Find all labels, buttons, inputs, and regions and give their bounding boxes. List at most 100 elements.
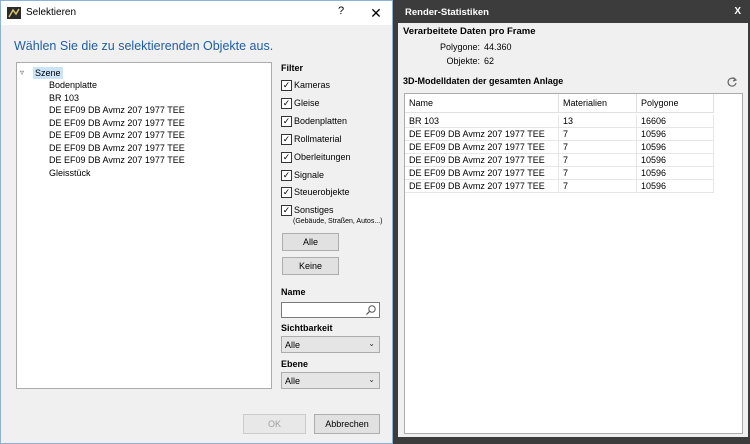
column-header-materials[interactable]: Materialien [559, 94, 637, 113]
close-button[interactable]: ✕ [367, 4, 385, 22]
filter-signale[interactable]: ✓ Signale [281, 168, 324, 182]
checkbox[interactable]: ✓ [281, 79, 292, 91]
checkbox-label: Steuerobjekte [294, 187, 350, 197]
cell-polygons: 10596 [637, 154, 714, 167]
frame-data-heading: Verarbeitete Daten pro Frame [403, 26, 536, 37]
refresh-icon[interactable] [726, 76, 738, 88]
chevron-down-icon: ⌄ [368, 375, 375, 384]
visibility-dropdown[interactable]: Alle ⌄ [281, 336, 380, 353]
checkbox[interactable]: ✓ [281, 169, 292, 181]
dialog-title: Selektieren [26, 7, 77, 18]
checkbox-label: Kameras [294, 80, 331, 90]
name-title: Name [281, 287, 306, 297]
cell-polygons: 16606 [637, 115, 714, 128]
checkbox[interactable]: ✓ [281, 97, 292, 109]
checkbox-label: Sonstiges [294, 205, 334, 215]
cell-polygons: 10596 [637, 128, 714, 141]
tree-item[interactable]: BR 103 [49, 92, 79, 104]
cell-name: DE EF09 DB Avmz 207 1977 TEE [405, 167, 559, 180]
table-row[interactable]: DE EF09 DB Avmz 207 1977 TEE 7 10596 [405, 154, 742, 167]
cell-name: DE EF09 DB Avmz 207 1977 TEE [405, 154, 559, 167]
column-header-name[interactable]: Name [405, 94, 559, 113]
checkbox[interactable]: ✓ [281, 204, 292, 216]
app-icon [7, 7, 21, 19]
select-all-button[interactable]: Alle [282, 233, 339, 251]
checkbox[interactable]: ✓ [281, 115, 292, 127]
objects-label: Objekte: [446, 56, 480, 66]
filter-gleise[interactable]: ✓ Gleise [281, 96, 320, 110]
filter-kameras[interactable]: ✓ Kameras [281, 78, 330, 92]
checkbox-label: Signale [294, 170, 325, 180]
layer-value: Alle [285, 376, 301, 386]
tree-item[interactable]: DE EF09 DB Avmz 207 1977 TEE [49, 117, 185, 129]
layer-title: Ebene [281, 359, 309, 369]
render-stats-window: Render-Statistiken X Verarbeitete Daten … [395, 0, 750, 444]
table-row[interactable]: BR 103 13 16606 [405, 115, 742, 128]
ok-button[interactable]: OK [243, 414, 306, 434]
checkbox[interactable]: ✓ [281, 133, 292, 145]
tree-root-label[interactable]: Szene [33, 66, 63, 79]
objects-value: 62 [484, 56, 495, 66]
checkbox-label: Bodenplatten [294, 116, 348, 126]
cell-name: DE EF09 DB Avmz 207 1977 TEE [405, 128, 559, 141]
dialog-heading: Wählen Sie die zu selektierenden Objekte… [14, 39, 274, 53]
cell-materials: 7 [559, 141, 637, 154]
table-row[interactable]: DE EF09 DB Avmz 207 1977 TEE 7 10596 [405, 141, 742, 154]
visibility-title: Sichtbarkeit [281, 323, 333, 333]
cell-materials: 7 [559, 167, 637, 180]
table-row[interactable]: DE EF09 DB Avmz 207 1977 TEE 7 10596 [405, 167, 742, 180]
sonstiges-note: (Gebäude, Straßen, Autos...) [293, 218, 383, 225]
model-data-table[interactable]: Name Materialien Polygone BR 103 13 1660… [404, 93, 743, 434]
table-row[interactable]: DE EF09 DB Avmz 207 1977 TEE 7 10596 [405, 128, 742, 141]
checkbox-label: Oberleitungen [294, 152, 351, 162]
checkbox-label: Rollmaterial [294, 134, 342, 144]
scene-tree[interactable]: ▿ Szene Bodenplatte BR 103 DE EF09 DB Av… [16, 62, 272, 389]
tree-item[interactable]: DE EF09 DB Avmz 207 1977 TEE [49, 154, 185, 166]
tree-item[interactable]: DE EF09 DB Avmz 207 1977 TEE [49, 129, 185, 141]
select-dialog: Selektieren ? ✕ Wählen Sie die zu selekt… [0, 0, 393, 444]
render-stats-titlebar: Render-Statistiken X [395, 0, 750, 24]
cell-name: DE EF09 DB Avmz 207 1977 TEE [405, 180, 559, 193]
tree-item[interactable]: Bodenplatte [49, 79, 97, 91]
cell-materials: 7 [559, 154, 637, 167]
tree-item[interactable]: DE EF09 DB Avmz 207 1977 TEE [49, 142, 185, 154]
dialog-titlebar: Selektieren ? ✕ [1, 1, 392, 25]
polygons-label: Polygone: [439, 42, 480, 52]
cell-materials: 13 [559, 115, 637, 128]
cancel-button[interactable]: Abbrechen [314, 414, 380, 434]
help-button[interactable]: ? [334, 5, 348, 21]
tree-root-item[interactable]: ▿ Szene [20, 66, 63, 79]
filter-title: Filter [281, 63, 304, 73]
layer-dropdown[interactable]: Alle ⌄ [281, 372, 380, 389]
cell-name: DE EF09 DB Avmz 207 1977 TEE [405, 141, 559, 154]
filter-steuerobjekte[interactable]: ✓ Steuerobjekte [281, 185, 350, 199]
checkbox[interactable]: ✓ [281, 186, 292, 198]
chevron-down-icon: ⌄ [368, 339, 375, 348]
visibility-value: Alle [285, 340, 301, 350]
render-stats-title: Render-Statistiken [405, 7, 489, 18]
cell-materials: 7 [559, 180, 637, 193]
render-stats-body: Verarbeitete Daten pro Frame Polygone: 4… [398, 23, 748, 437]
table-row[interactable]: DE EF09 DB Avmz 207 1977 TEE 7 10596 [405, 180, 742, 193]
checkbox-label: Gleise [294, 98, 320, 108]
filter-oberleitungen[interactable]: ✓ Oberleitungen [281, 150, 351, 164]
cell-materials: 7 [559, 128, 637, 141]
cell-polygons: 10596 [637, 141, 714, 154]
select-none-button[interactable]: Keine [282, 257, 339, 275]
collapse-icon[interactable]: ▿ [20, 68, 29, 77]
cell-polygons: 10596 [637, 167, 714, 180]
model-data-heading: 3D-Modelldaten der gesamten Anlage [403, 76, 564, 86]
filter-bodenplatten[interactable]: ✓ Bodenplatten [281, 114, 347, 128]
render-stats-close-button[interactable]: X [734, 6, 741, 17]
filter-sonstiges[interactable]: ✓ Sonstiges [281, 203, 334, 217]
filter-rollmaterial[interactable]: ✓ Rollmaterial [281, 132, 342, 146]
name-search-input[interactable] [281, 302, 380, 318]
search-icon[interactable] [365, 304, 377, 316]
polygons-value: 44.360 [484, 42, 512, 52]
column-header-polygons[interactable]: Polygone [637, 94, 714, 113]
tree-item[interactable]: DE EF09 DB Avmz 207 1977 TEE [49, 104, 185, 116]
tree-item[interactable]: Gleisstück [49, 167, 91, 179]
cell-polygons: 10596 [637, 180, 714, 193]
checkbox[interactable]: ✓ [281, 151, 292, 163]
cell-name: BR 103 [405, 115, 559, 128]
